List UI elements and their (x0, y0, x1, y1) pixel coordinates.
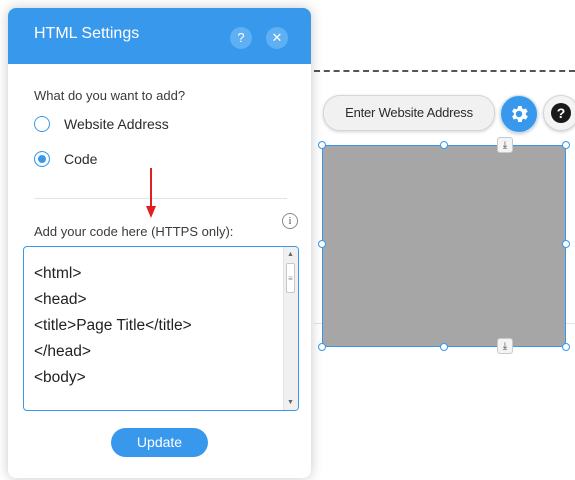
scroll-down-icon[interactable]: ▼ (287, 399, 294, 406)
option-label: Code (64, 151, 98, 167)
resize-handle-bottom-right[interactable] (562, 343, 570, 351)
enter-website-address-button[interactable]: Enter Website Address (323, 95, 495, 131)
update-button[interactable]: Update (111, 428, 208, 457)
gear-icon (512, 106, 528, 122)
divider (34, 198, 287, 199)
help-icon[interactable]: ? (230, 27, 252, 49)
arrow-down-icon (146, 168, 156, 218)
resize-handle-top-left[interactable] (318, 141, 326, 149)
code-content[interactable]: <html> <head> <title>Page Title</title> … (34, 261, 192, 391)
code-field-label: Add your code here (HTTPS only): (34, 224, 234, 239)
resize-handle-top-center[interactable] (440, 141, 448, 149)
resize-handle-top-right[interactable] (562, 141, 570, 149)
code-textarea[interactable]: <html> <head> <title>Page Title</title> … (23, 246, 299, 411)
resize-handle-middle-left[interactable] (318, 240, 326, 248)
html-embed-element[interactable] (322, 145, 566, 347)
info-icon[interactable]: i (282, 213, 298, 229)
resize-handle-middle-right[interactable] (562, 240, 570, 248)
html-settings-panel: HTML Settings ? ✕ What do you want to ad… (8, 8, 311, 478)
close-icon[interactable]: ✕ (266, 27, 288, 49)
resize-handle-bottom-center[interactable] (440, 343, 448, 351)
canvas-help-button[interactable]: ? (543, 95, 575, 131)
option-code[interactable]: Code (34, 151, 97, 167)
settings-button[interactable] (500, 95, 538, 133)
add-type-question: What do you want to add? (34, 88, 186, 103)
page-section-dashed-line (314, 70, 575, 72)
help-icon: ? (551, 103, 571, 123)
panel-title: HTML Settings (34, 25, 140, 42)
option-website-address[interactable]: Website Address (34, 116, 169, 132)
anchor-icon[interactable]: ⤓ (497, 338, 513, 354)
scroll-up-icon[interactable]: ▲ (287, 251, 294, 258)
anchor-icon[interactable]: ⤓ (497, 137, 513, 153)
resize-handle-bottom-left[interactable] (318, 343, 326, 351)
scroll-thumb[interactable]: ≡ (286, 263, 295, 293)
panel-header: HTML Settings ? ✕ (8, 8, 311, 64)
radio-code[interactable] (34, 151, 50, 167)
option-label: Website Address (64, 116, 169, 132)
scrollbar[interactable]: ▲ ≡ ▼ (283, 247, 298, 410)
radio-website-address[interactable] (34, 116, 50, 132)
